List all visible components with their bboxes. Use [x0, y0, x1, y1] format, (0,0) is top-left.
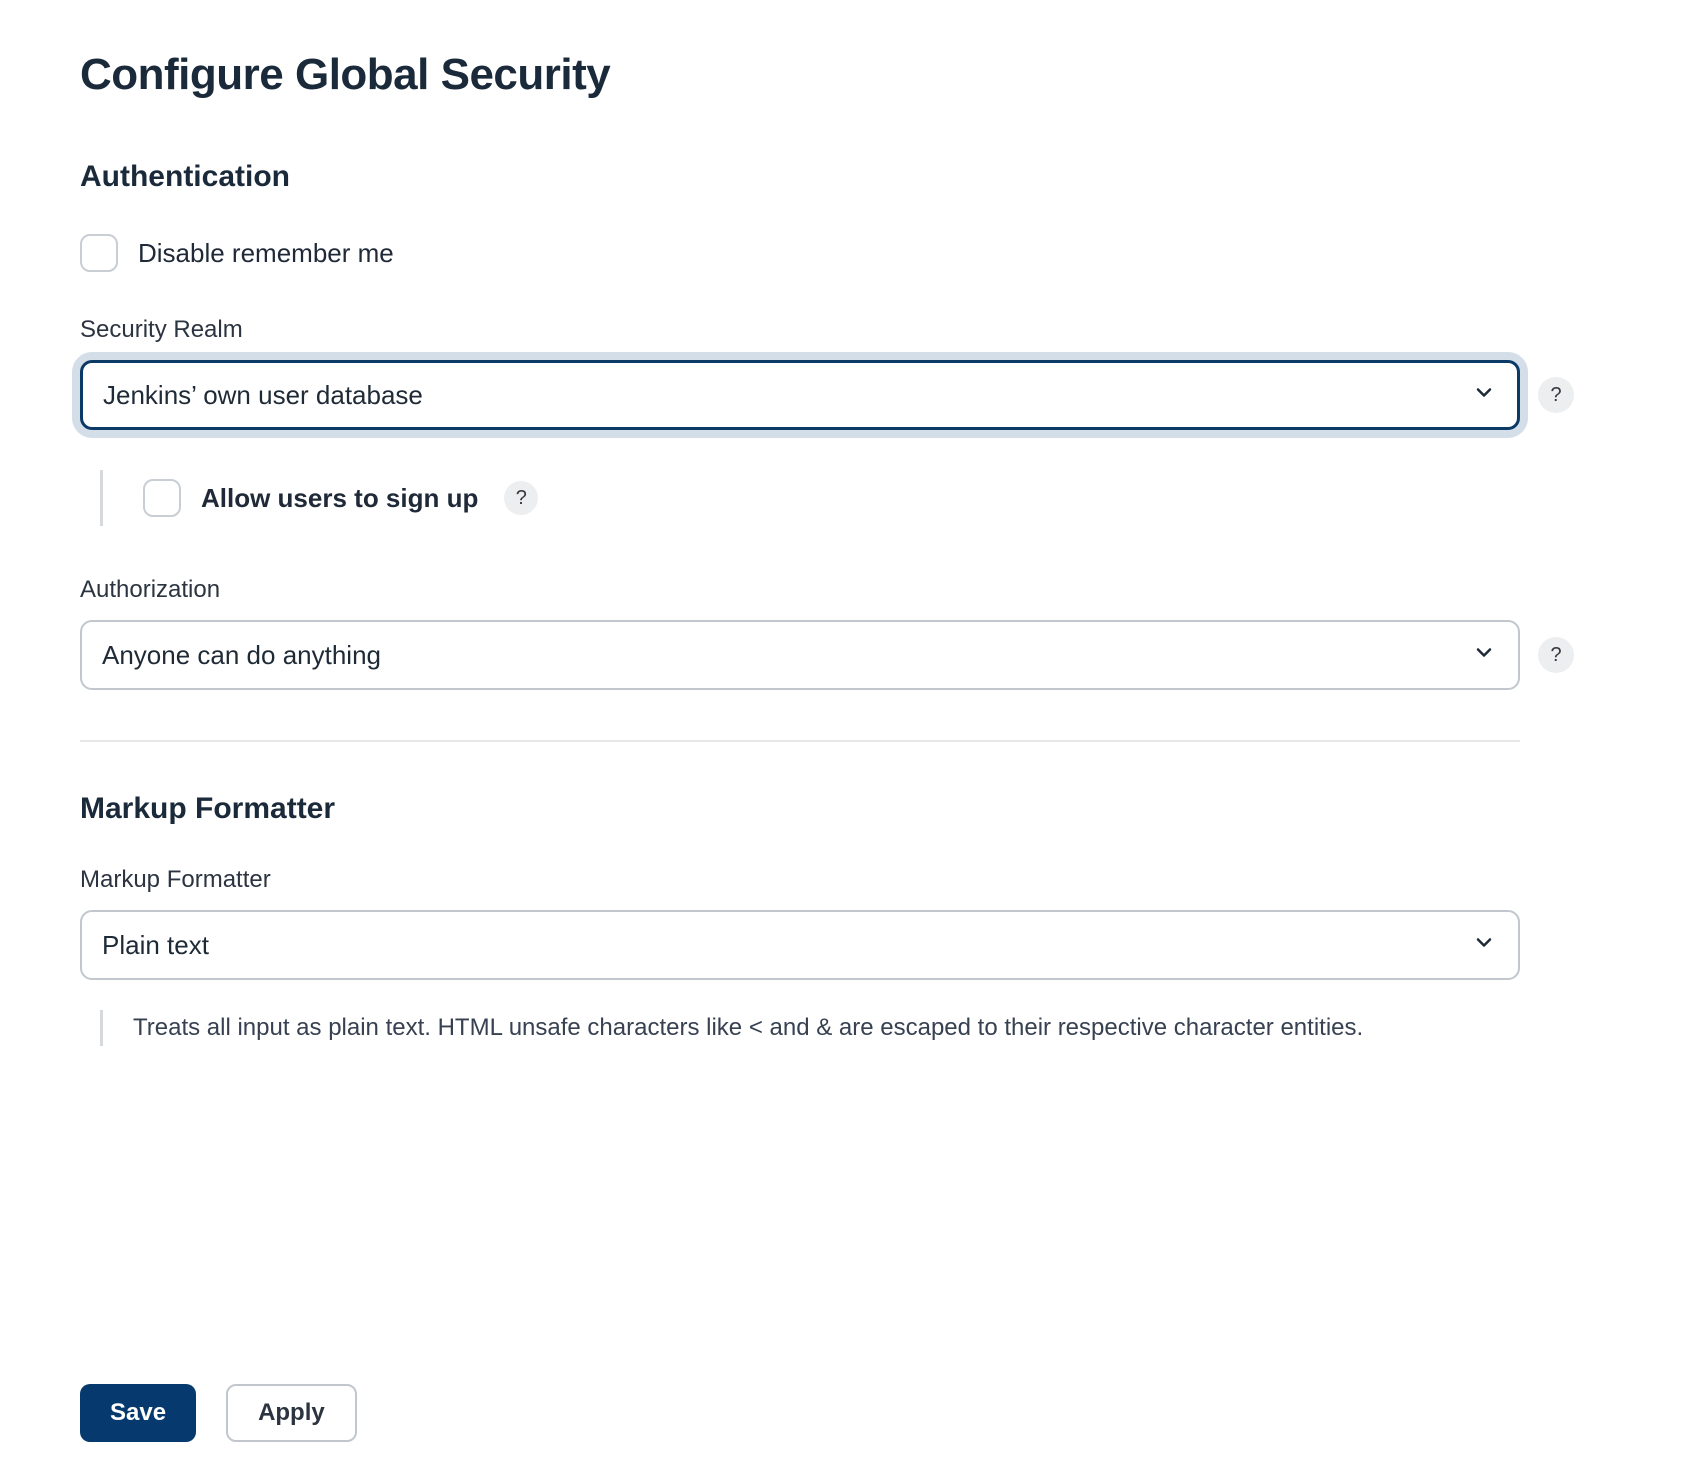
- security-realm-select[interactable]: Jenkins’ own user database: [80, 360, 1520, 430]
- authorization-select[interactable]: Anyone can do anything: [80, 620, 1520, 690]
- allow-signup-checkbox[interactable]: [143, 479, 181, 517]
- markup-formatter-select-wrap: Plain text: [80, 910, 1520, 980]
- markup-formatter-select[interactable]: Plain text: [80, 910, 1520, 980]
- section-authentication: Authentication: [80, 160, 1616, 194]
- footer-button-bar: Save Apply: [0, 1354, 1696, 1476]
- authorization-label: Authorization: [80, 576, 1616, 604]
- section-markup-formatter: Markup Formatter: [80, 792, 1616, 826]
- page-title: Configure Global Security: [80, 50, 1616, 100]
- disable-remember-me-label: Disable remember me: [138, 238, 394, 269]
- disable-remember-me-row: Disable remember me: [80, 234, 1616, 272]
- authorization-help-button[interactable]: ?: [1538, 637, 1574, 673]
- security-realm-value: Jenkins’ own user database: [103, 380, 423, 411]
- markup-formatter-help-content: Treats all input as plain text. HTML uns…: [133, 1014, 1363, 1042]
- allow-signup-help-button[interactable]: ?: [504, 481, 538, 515]
- allow-signup-label: Allow users to sign up: [201, 483, 478, 514]
- section-divider: [80, 740, 1520, 742]
- markup-formatter-help-text: Treats all input as plain text. HTML uns…: [100, 1010, 1616, 1046]
- markup-formatter-value: Plain text: [102, 930, 209, 961]
- security-realm-label: Security Realm: [80, 316, 1616, 344]
- authorization-select-wrap: Anyone can do anything ?: [80, 620, 1520, 690]
- save-button[interactable]: Save: [80, 1384, 196, 1442]
- authorization-value: Anyone can do anything: [102, 640, 381, 671]
- markup-formatter-label: Markup Formatter: [80, 866, 1616, 894]
- apply-button[interactable]: Apply: [226, 1384, 357, 1442]
- security-realm-select-wrap: Jenkins’ own user database ?: [80, 360, 1520, 430]
- security-realm-help-button[interactable]: ?: [1538, 377, 1574, 413]
- disable-remember-me-checkbox[interactable]: [80, 234, 118, 272]
- allow-signup-row: Allow users to sign up ?: [100, 470, 1616, 526]
